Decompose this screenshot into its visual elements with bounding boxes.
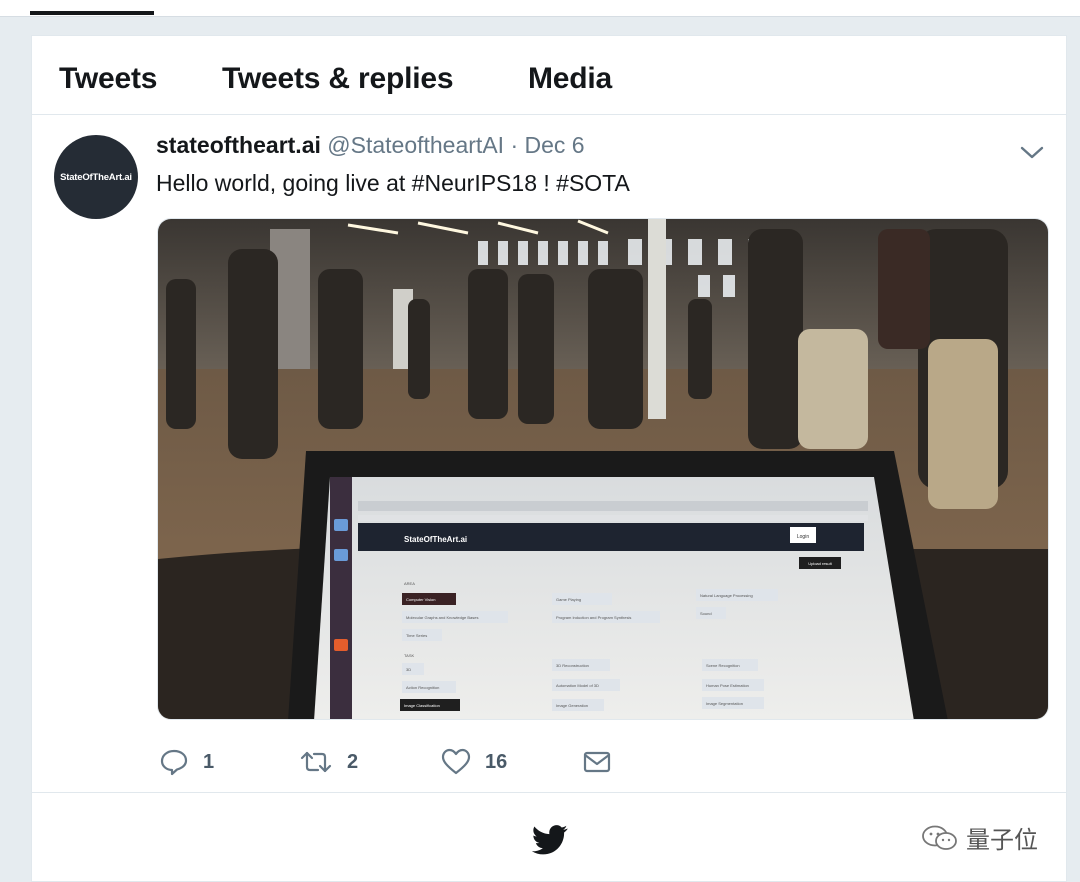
laptop-chip: Natural Language Processing: [700, 593, 753, 598]
tweet-date[interactable]: Dec 6: [525, 132, 585, 158]
laptop-chip: Sound: [700, 611, 712, 616]
footer-divider: [32, 792, 1066, 793]
like-count: 16: [485, 750, 508, 773]
tweet-menu-caret[interactable]: [1018, 140, 1046, 164]
tweet-actions: 1 2 16: [32, 742, 1066, 782]
top-navigation-bar: [0, 0, 1080, 17]
laptop-chip: Scene Recognition: [706, 663, 740, 668]
retweet-button[interactable]: 2: [299, 742, 358, 782]
tweet-text: Hello world, going live at #NeurIPS18 ! …: [156, 170, 630, 196]
laptop-chip: 3D: [406, 667, 411, 672]
wechat-icon: [922, 825, 957, 850]
like-button[interactable]: 16: [441, 742, 507, 782]
watermark-text: 量子位: [966, 827, 1038, 854]
header-separator: ·: [510, 132, 519, 158]
twitter-logo[interactable]: [531, 824, 568, 856]
laptop-chip: Time Series: [406, 633, 427, 638]
laptop-chip: Program Induction and Program Synthesis: [556, 615, 631, 620]
laptop-chip: Image Segmentation: [706, 701, 743, 706]
laptop-chip: Molecular Graphs and Knowledge Bases: [406, 615, 479, 620]
laptop-chip: Human Pose Estimation: [706, 683, 749, 688]
tab-media[interactable]: Media: [528, 62, 612, 96]
timeline-tabs: Tweets Tweets & replies Media: [32, 36, 1066, 115]
twitter-bird-icon: [531, 825, 568, 855]
laptop-chip: Image Classification: [404, 703, 440, 708]
laptop-login-button: Login: [797, 534, 809, 540]
tweet-photo[interactable]: StateOfTheArt.ai Login Upload result ARE…: [157, 218, 1049, 720]
user-handle[interactable]: @StateoftheartAI: [327, 132, 504, 158]
laptop-area-label: AREA: [404, 581, 415, 586]
display-name[interactable]: stateoftheart.ai: [156, 132, 321, 158]
retweet-icon: [300, 751, 332, 773]
laptop-task-label: TASK: [404, 653, 414, 658]
laptop-chip: Action Recognition: [406, 685, 439, 690]
laptop-chip: Automation Model of 3D: [556, 683, 599, 688]
avatar-label: StateOfTheArt.ai: [60, 171, 132, 183]
conference-hall-photo: StateOfTheArt.ai Login Upload result ARE…: [158, 219, 1048, 719]
reply-button[interactable]: 1: [159, 742, 214, 782]
tab-tweets[interactable]: Tweets: [59, 62, 157, 96]
tab-tweets-and-replies[interactable]: Tweets & replies: [222, 62, 454, 96]
retweet-count: 2: [347, 750, 359, 773]
heart-icon: [441, 748, 471, 775]
laptop-app-title: StateOfTheArt.ai: [404, 535, 467, 544]
profile-timeline-card: Tweets Tweets & replies Media StateOfThe…: [31, 35, 1067, 882]
watermark: 量子位: [920, 820, 1038, 855]
chevron-down-icon: [1020, 146, 1044, 159]
tweet-header: stateoftheart.ai @StateoftheartAI · Dec …: [156, 132, 585, 159]
envelope-icon: [583, 751, 611, 773]
reply-icon: [160, 749, 188, 776]
avatar[interactable]: StateOfTheArt.ai: [54, 135, 138, 219]
laptop-chip: Game Playing: [556, 597, 581, 602]
reply-count: 1: [203, 750, 215, 773]
direct-message-button[interactable]: [582, 742, 612, 782]
active-nav-indicator: [30, 11, 154, 15]
laptop-chip: Image Generation: [556, 703, 588, 708]
laptop-chip: Computer Vision: [406, 597, 436, 602]
laptop-chip: 3D Reconstruction: [556, 663, 589, 668]
laptop-upload-button: Upload result: [808, 561, 832, 566]
